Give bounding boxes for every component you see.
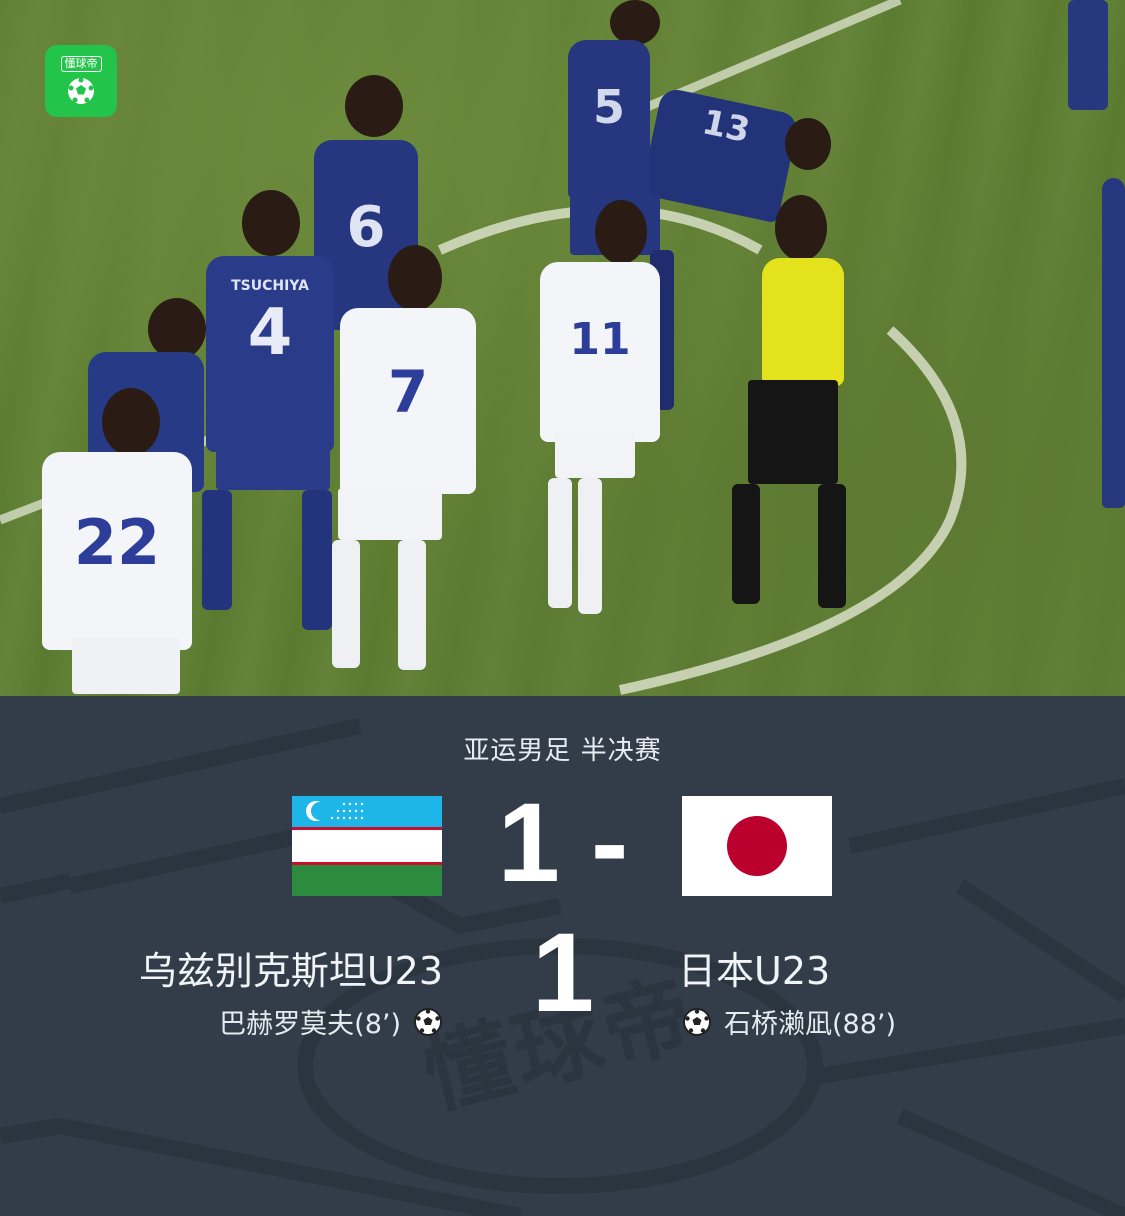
jersey-number: 4: [247, 296, 293, 370]
player-head: [785, 118, 831, 170]
player-leg: [202, 490, 232, 610]
player-uzbekistan-7: 7: [340, 308, 476, 494]
away-team-name[interactable]: 日本U23: [678, 940, 830, 995]
jersey-number: 5: [592, 80, 625, 134]
match-photo: 懂球帝 13 5 6 TSUCHIYA 4 22 7 11: [0, 0, 1125, 696]
soccer-ball-icon: [68, 77, 94, 104]
player-uzbekistan-22: 22: [42, 452, 192, 650]
app-logo-text: 懂球帝: [60, 56, 102, 72]
player-shorts: [748, 380, 838, 484]
player-japan-right: [1102, 178, 1125, 508]
player-shorts: [72, 638, 180, 694]
player-head: [345, 75, 403, 137]
score-panel: 懂球帝 亚运男足 半决赛 1 - 1 乌兹别克斯坦U23 日本U23 巴赫罗莫夫…: [0, 696, 1125, 1216]
uzbekistan-flag-icon: [292, 796, 442, 896]
player-head: [610, 0, 660, 45]
player-japan-5: 5: [568, 40, 650, 200]
referee: [762, 258, 844, 386]
home-scorer-text: 巴赫罗莫夫(8’): [219, 1009, 401, 1040]
player-head: [595, 200, 647, 264]
player-leg: [548, 478, 572, 608]
player-uzbekistan-11: 11: [540, 262, 660, 442]
player-head: [775, 195, 827, 261]
jersey-number: 11: [569, 314, 631, 365]
home-scorer: 巴赫罗莫夫(8’): [219, 1002, 443, 1041]
home-team-name[interactable]: 乌兹别克斯坦U23: [139, 940, 443, 995]
player-japan-4: TSUCHIYA 4: [206, 256, 334, 452]
player-leg: [302, 490, 332, 630]
app-logo[interactable]: 懂球帝: [45, 45, 117, 117]
player-leg: [732, 484, 760, 604]
player-head: [148, 298, 206, 360]
player-head: [242, 190, 300, 256]
japan-flag-disc: [727, 816, 787, 876]
player-head: [102, 388, 160, 456]
japan-flag-icon: [682, 796, 832, 896]
player-shorts: [555, 432, 635, 478]
soccer-ball-icon: [414, 1007, 442, 1036]
jersey-name: TSUCHIYA: [231, 278, 309, 294]
player-shorts: [338, 488, 442, 540]
player-leg: [1068, 0, 1108, 110]
jersey-number: 7: [387, 358, 429, 426]
away-scorer: 石桥濑凪(88’): [682, 1002, 896, 1041]
competition-title: 亚运男足 半决赛: [463, 736, 662, 766]
player-leg: [818, 484, 846, 608]
player-leg: [398, 540, 426, 670]
soccer-ball-icon: [683, 1007, 711, 1036]
crescent-stars: [306, 801, 364, 821]
match-score: 1 - 1: [497, 780, 629, 1035]
player-shorts: [216, 440, 330, 490]
away-scorer-text: 石桥濑凪(88’): [724, 1009, 897, 1040]
jersey-number: 22: [73, 506, 161, 579]
player-leg: [578, 478, 602, 614]
player-leg: [332, 540, 360, 668]
player-head: [388, 245, 442, 311]
